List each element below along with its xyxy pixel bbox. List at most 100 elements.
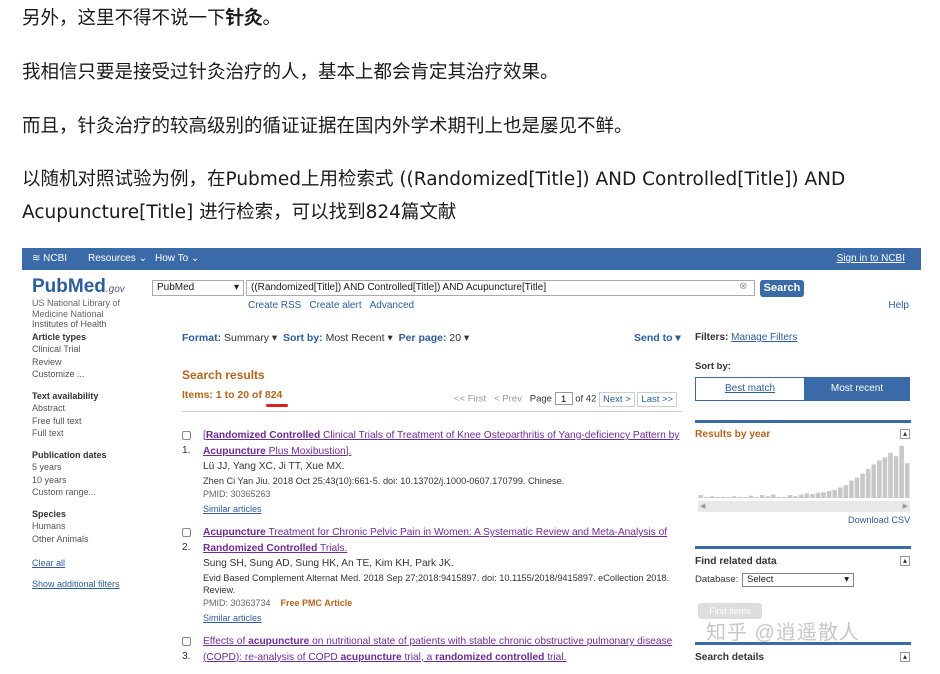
paragraph-4: 以随机对照试验为例，在Pubmed上用检索式 ((Randomized[Titl… <box>22 169 846 223</box>
year-bar <box>709 496 715 498</box>
result-pmid: PMID: 30363734 <box>203 597 271 608</box>
p1-suffix: 。 <box>262 8 282 29</box>
year-bar <box>865 469 871 498</box>
result-citation: Evid Based Complement Alternat Med. 2018… <box>203 572 670 595</box>
pager: << First < Prev Page of 42 Next > Last >… <box>454 391 678 407</box>
ncbi-logo[interactable]: ≋ NCBI <box>32 253 67 264</box>
results-by-year-heading: Results by year <box>695 429 771 440</box>
similar-articles-link[interactable]: Similar articles <box>203 502 692 518</box>
database-select[interactable]: PubMed ▾ <box>152 280 244 296</box>
pager-prev[interactable]: < Prev <box>494 394 522 405</box>
pager-first[interactable]: << First <box>454 394 486 405</box>
sidebar-heading-text-availability: Text availability <box>32 390 99 401</box>
sidebar-item-other-animals[interactable]: Other Animals <box>32 533 152 546</box>
logo-pub: Pub <box>32 276 68 297</box>
pager-next[interactable]: Next > <box>599 391 635 407</box>
create-rss-link[interactable]: Create RSS <box>248 300 301 311</box>
best-match-button[interactable]: Best match <box>696 378 804 400</box>
manage-filters-link[interactable]: Manage Filters <box>731 332 797 343</box>
advanced-link[interactable]: Advanced <box>370 300 414 311</box>
page-number-input[interactable] <box>554 392 573 405</box>
title-part-4: trial. <box>544 651 567 663</box>
search-input[interactable]: ((Randomized[Title]) AND Controlled[Titl… <box>246 280 755 296</box>
database-value: Select <box>747 574 774 585</box>
title-bold-2: acupuncture <box>340 651 402 663</box>
paragraph-3: 而且，针灸治疗的较高级别的循证证据在国内外学术期刊上也是屡见不鲜。 <box>22 116 633 137</box>
year-bar <box>871 464 877 498</box>
clear-all-link[interactable]: Clear all <box>32 557 152 570</box>
sidebar-item-review[interactable]: Review <box>32 356 152 369</box>
year-bar <box>776 496 782 498</box>
resources-label: Resources <box>88 253 136 264</box>
result-checkbox[interactable] <box>182 431 191 440</box>
perpage-select[interactable]: 20 ▾ <box>449 332 469 344</box>
arrow-left-icon[interactable]: ◀ <box>700 502 705 510</box>
format-select[interactable]: Summary ▾ <box>224 332 277 344</box>
collapse-icon[interactable]: ▴ <box>900 652 910 662</box>
sidebar-item-abstract[interactable]: Abstract <box>32 402 152 415</box>
title-part-3: trial, a <box>401 651 436 663</box>
sidebar-item-free-full-text[interactable]: Free full text <box>32 415 152 428</box>
title-bold-1: Acupuncture <box>203 527 266 538</box>
logo-gov: .gov <box>105 284 125 295</box>
sidebar-item-5-years[interactable]: 5 years <box>32 461 152 474</box>
sidebar-item-clinical-trial[interactable]: Clinical Trial <box>32 343 152 356</box>
db-value: PubMed <box>157 282 195 293</box>
result-number: 1. <box>182 445 191 456</box>
chart-scrollbar[interactable]: ◀ ▶ <box>698 501 910 512</box>
pager-last[interactable]: Last >> <box>637 391 678 407</box>
search-button[interactable]: Search <box>760 280 804 297</box>
most-recent-button[interactable]: Most recent <box>804 378 910 400</box>
paragraph-1: 另外，这里不得不说一下针灸。 <box>22 2 927 35</box>
divider <box>182 411 682 412</box>
arrow-right-icon[interactable]: ▶ <box>903 502 908 510</box>
results-by-year-chart[interactable] <box>698 440 910 498</box>
howto-menu[interactable]: How To ⌄ <box>155 253 199 264</box>
items-total: 824 <box>264 389 283 401</box>
sidebar-item-custom-range[interactable]: Custom range... <box>32 486 152 499</box>
database-dropdown[interactable]: Select ▾ <box>742 573 854 587</box>
free-pmc-badge[interactable]: Free PMC Article <box>281 598 353 608</box>
sidebar-item-customize[interactable]: Customize ... <box>32 368 152 381</box>
sidebar-item-10-years[interactable]: 10 years <box>32 474 152 487</box>
year-bar <box>810 493 815 498</box>
help-link[interactable]: Help <box>888 300 909 311</box>
red-underline-annotation <box>266 404 288 407</box>
dropdown-arrow-icon: ▾ <box>844 574 849 585</box>
signin-link[interactable]: Sign in to NCBI <box>837 253 905 264</box>
result-title-link[interactable]: Acupuncture Treatment for Chronic Pelvic… <box>203 525 692 556</box>
year-bar <box>815 492 821 498</box>
sidebar-item-humans[interactable]: Humans <box>32 520 152 533</box>
collapse-icon[interactable]: ▴ <box>900 429 910 439</box>
year-bar <box>793 496 798 498</box>
sidebar-heading-publication-dates: Publication dates <box>32 449 107 460</box>
year-bar <box>715 497 720 498</box>
dropdown-arrow-icon: ▾ <box>675 332 681 344</box>
year-bar <box>877 460 882 498</box>
show-additional-filters-link[interactable]: Show additional filters <box>32 578 152 591</box>
year-bar <box>899 445 904 498</box>
result-checkbox[interactable] <box>182 637 191 646</box>
items-prefix: Items: 1 to 20 of <box>182 389 265 401</box>
search-results-heading: Search results <box>182 368 265 382</box>
send-to-label: Send to <box>634 332 673 344</box>
result-title-link[interactable]: Effects of acupuncture on nutritional st… <box>203 634 692 665</box>
similar-articles-link[interactable]: Similar articles <box>203 611 692 627</box>
pubmed-logo[interactable]: PubMed.gov <box>32 276 125 298</box>
create-alert-link[interactable]: Create alert <box>309 300 361 311</box>
result-title-link[interactable]: [Randomized Controlled Clinical Trials o… <box>203 428 692 459</box>
perpage-value: 20 <box>449 332 462 344</box>
sidebar-item-full-text[interactable]: Full text <box>32 427 152 440</box>
display-toolbar: Format: Summary ▾ Sort by: Most Recent ▾… <box>182 332 469 344</box>
result-checkbox[interactable] <box>182 528 191 537</box>
year-bar <box>754 497 759 498</box>
sortby-select[interactable]: Most Recent ▾ <box>326 332 393 344</box>
clear-icon[interactable]: ⊗ <box>739 281 747 292</box>
title-part-2: Treatment for Chronic Pelvic Pain in Wom… <box>265 527 668 538</box>
send-to-menu[interactable]: Send to ▾ <box>634 332 681 344</box>
download-csv-link[interactable]: Download CSV <box>848 515 910 525</box>
panel-bar <box>695 546 911 549</box>
resources-menu[interactable]: Resources ⌄ <box>88 253 147 264</box>
paragraph-2: 我相信只要是接受过针灸治疗的人，基本上都会肯定其治疗效果。 <box>22 62 559 83</box>
collapse-icon[interactable]: ▴ <box>900 556 910 566</box>
